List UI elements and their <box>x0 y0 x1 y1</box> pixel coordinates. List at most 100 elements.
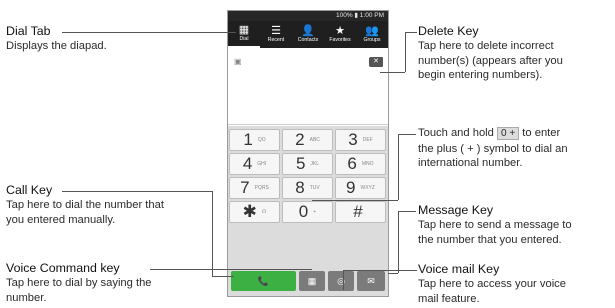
leader-line <box>405 32 417 33</box>
annotation-title: Voice Command key <box>6 261 120 275</box>
key-1[interactable]: 1 QO <box>229 129 280 151</box>
key-8[interactable]: 8 TUV <box>282 177 333 199</box>
tab-groups-label: Groups <box>363 37 381 43</box>
message-key[interactable]: ✉ <box>357 271 385 291</box>
number-entry-area[interactable]: ▣ ✕ <box>228 48 388 125</box>
annotation-text: Touch and hold <box>418 127 494 139</box>
voice-command-key[interactable]: ▦ <box>299 271 325 291</box>
leader-line <box>212 276 234 277</box>
leader-line <box>150 269 312 270</box>
key-sub: JKL <box>310 161 320 167</box>
key-digit: ✱ <box>242 202 257 221</box>
annotation-voice-command: Voice Command key Tap here to dial by sa… <box>6 261 152 305</box>
message-icon: ✉ <box>367 275 375 286</box>
tab-favorites-label: Favorites <box>329 37 351 43</box>
key-hash[interactable]: # <box>335 201 386 223</box>
key-2[interactable]: 2 ABC <box>282 129 333 151</box>
tab-groups[interactable]: 👥 Groups <box>356 21 388 48</box>
key-7[interactable]: 7 PQRS <box>229 177 280 199</box>
key-digit: 6 <box>347 154 357 173</box>
annotation-desc: you entered manually. <box>6 213 116 226</box>
annotation-call-key: Call Key Tap here to dial the number tha… <box>6 183 164 227</box>
key-digit: 7 <box>240 178 250 197</box>
annotation-plus-line1: Touch and hold 0 + to enter <box>418 126 568 142</box>
tab-bar: ▦ Dial ☰ Recent 👤 Contacts ★ Favorites 👥… <box>228 21 388 48</box>
key-digit: 8 <box>295 178 305 197</box>
tab-contacts[interactable]: 👤 Contacts <box>292 21 324 48</box>
annotation-message-key: Message Key Tap here to send a message t… <box>418 203 572 247</box>
call-key[interactable]: 📞 <box>231 271 296 291</box>
key-sub: MNO <box>361 161 374 167</box>
annotation-desc: number(s) (appears after you <box>418 54 563 67</box>
key-6[interactable]: 6 MNO <box>335 153 386 175</box>
favorites-icon: ★ <box>335 25 345 37</box>
groups-icon: 👥 <box>365 25 379 37</box>
annotation-voicemail-key: Voice mail Key Tap here to access your v… <box>418 262 566 306</box>
annotation-delete-key: Delete Key Tap here to delete incorrect … <box>418 24 563 83</box>
leader-line <box>212 191 213 276</box>
key-digit: 0 <box>298 202 309 221</box>
phone-screen: 100% ▮ 1:00 PM ▦ Dial ☰ Recent 👤 Contact… <box>227 10 389 297</box>
leader-line <box>343 270 417 271</box>
key-digit: 2 <box>295 130 305 149</box>
annotation-plus: Touch and hold 0 + to enter the plus ( +… <box>418 126 568 171</box>
annotation-dial-tab: Dial Tab Displays the diapad. <box>6 24 107 54</box>
key-sub: WXYZ <box>360 185 375 191</box>
leader-line <box>405 32 406 72</box>
annotation-desc: Displays the diapad. <box>6 40 107 52</box>
key-9[interactable]: 9 WXYZ <box>335 177 386 199</box>
annotation-desc: Tap here to send a message to <box>418 219 572 231</box>
delete-key[interactable]: ✕ <box>369 57 383 67</box>
key-sub: DEF <box>362 137 373 143</box>
key-5[interactable]: 5 JKL <box>282 153 333 175</box>
zero-plus-key-glyph: 0 + <box>497 127 520 140</box>
key-sub: QO <box>257 137 266 143</box>
key-star[interactable]: ✱ ☊ <box>229 201 280 223</box>
status-bar: 100% ▮ 1:00 PM <box>228 11 388 21</box>
keypad-icon: ▦ <box>238 24 250 36</box>
phone-icon: 📞 <box>257 275 270 286</box>
annotation-desc: Tap here to dial the number that <box>6 199 164 211</box>
recent-icon: ☰ <box>271 25 281 37</box>
leader-line <box>398 134 416 135</box>
tab-recent-label: Recent <box>267 37 285 43</box>
annotation-desc: begin entering numbers). <box>418 69 543 81</box>
tab-favorites[interactable]: ★ Favorites <box>324 21 356 48</box>
leader-line <box>388 273 398 274</box>
annotation-desc: Tap here to delete incorrect <box>418 40 554 52</box>
annotation-desc: Tap here to access your voice <box>418 278 566 290</box>
key-sub: TUV <box>309 185 320 191</box>
leader-line <box>398 134 399 200</box>
key-0[interactable]: 0 + <box>282 201 333 223</box>
tab-dial-label: Dial <box>239 36 249 42</box>
key-digit: 5 <box>295 154 306 173</box>
leader-line <box>398 211 416 212</box>
annotation-desc: number. <box>6 291 47 304</box>
key-4[interactable]: 4 GHI <box>229 153 280 175</box>
dialpad: 1 QO 2 ABC 3 DEF 4 GHI 5 JKL 6 MNO 7 PQRS 8 TUV … <box>228 126 388 267</box>
key-3[interactable]: 3 DEF <box>335 129 386 151</box>
key-sub: ABC <box>309 137 320 143</box>
key-sub: PQRS <box>254 185 269 191</box>
key-digit: 9 <box>346 178 356 197</box>
leader-line <box>398 211 399 273</box>
voicemail-key[interactable]: ◎ <box>328 271 354 291</box>
key-digit: 1 <box>243 130 253 149</box>
tab-dial[interactable]: ▦ Dial <box>228 21 260 48</box>
key-digit: # <box>353 202 363 221</box>
tab-recent[interactable]: ☰ Recent <box>260 21 292 48</box>
voice-command-icon: ▦ <box>307 275 317 286</box>
leader-line <box>62 32 236 33</box>
leader-line <box>312 200 398 201</box>
annotation-title: Message Key <box>418 203 494 217</box>
annotation-desc: the plus ( + ) symbol to dial an <box>418 142 568 155</box>
key-sub: + <box>313 209 317 215</box>
leader-line <box>62 191 212 192</box>
contacts-icon: 👤 <box>301 25 315 37</box>
key-digit: 4 <box>242 154 253 173</box>
annotation-desc: international number. <box>418 157 523 169</box>
key-sub: ☊ <box>261 209 267 215</box>
leader-line <box>380 72 405 73</box>
leader-line <box>343 284 344 290</box>
key-digit: 3 <box>348 130 358 149</box>
